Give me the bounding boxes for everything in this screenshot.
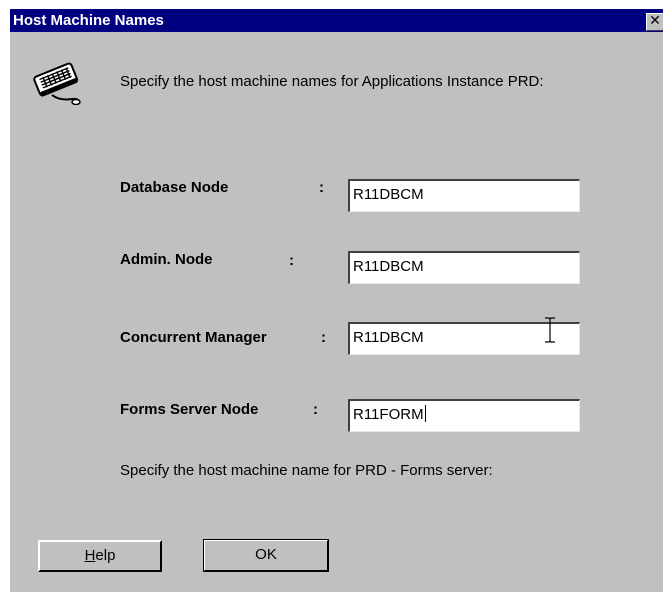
host-machine-names-dialog: Host Machine Names ✕ Specify the host ma… xyxy=(9,8,663,592)
admin-node-value: R11DBCM xyxy=(353,258,424,275)
help-button-label: elp xyxy=(95,547,116,564)
forms-server-node-label: Forms Server Node xyxy=(120,401,259,418)
database-node-field[interactable]: R11DBCM xyxy=(348,179,580,212)
title-bar[interactable]: Host Machine Names ✕ xyxy=(10,9,663,32)
close-icon: ✕ xyxy=(649,13,661,29)
admin-node-field[interactable]: R11DBCM xyxy=(348,251,580,284)
concurrent-manager-label: Concurrent Manager xyxy=(120,329,267,346)
forms-server-node-field[interactable]: R11FORM xyxy=(348,399,580,432)
database-node-label: Database Node xyxy=(120,179,229,196)
admin-node-label: Admin. Node xyxy=(120,251,213,268)
window-title: Host Machine Names xyxy=(13,12,164,29)
forms-server-node-colon: : xyxy=(313,401,318,418)
forms-server-node-value: R11FORM xyxy=(353,406,424,423)
help-button[interactable]: Help xyxy=(38,540,162,572)
ibeam-cursor-icon xyxy=(545,317,555,343)
close-button[interactable]: ✕ xyxy=(646,13,663,31)
instruction-text: Specify the host machine names for Appli… xyxy=(120,73,544,90)
forms-server-note: Specify the host machine name for PRD - … xyxy=(120,462,493,479)
text-caret xyxy=(424,405,426,422)
concurrent-manager-colon: : xyxy=(321,329,326,346)
database-node-colon: : xyxy=(319,179,324,196)
concurrent-manager-value: R11DBCM xyxy=(353,329,424,346)
help-button-mnemonic: H xyxy=(84,547,96,564)
keyboard-icon xyxy=(33,62,81,105)
ok-button-label: OK xyxy=(255,546,277,563)
database-node-value: R11DBCM xyxy=(353,186,424,203)
ok-button[interactable]: OK xyxy=(203,539,329,572)
admin-node-colon: : xyxy=(289,252,294,269)
